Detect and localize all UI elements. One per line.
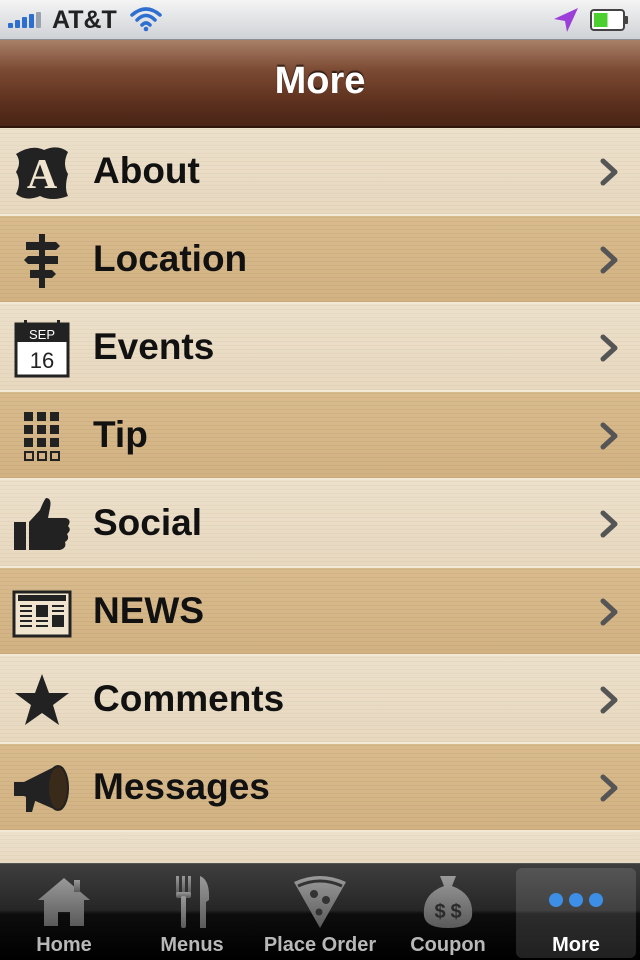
- menu-item-messages[interactable]: Messages: [0, 744, 640, 832]
- calendar-day: 16: [30, 348, 54, 373]
- signpost-icon: [24, 234, 60, 288]
- menu-item-comments[interactable]: Comments: [0, 656, 640, 744]
- chevron-right-icon: [600, 246, 618, 274]
- home-icon: [38, 878, 90, 926]
- tab-home[interactable]: Home: [0, 864, 128, 960]
- menu-item-tip[interactable]: Tip: [0, 392, 640, 480]
- money-bag-icon: $ $: [423, 876, 473, 928]
- app-screen: AT&T More A About Location SEP 16 Events…: [0, 0, 640, 960]
- fork-knife-icon: [176, 876, 210, 928]
- tab-place-order[interactable]: Place Order: [256, 864, 384, 960]
- menu-item-news[interactable]: NEWS: [0, 568, 640, 656]
- tab-more[interactable]: More: [512, 864, 640, 960]
- about-letter-icon: A: [16, 147, 68, 199]
- more-dots-icon: [549, 893, 603, 907]
- tab-menus[interactable]: Menus: [128, 864, 256, 960]
- carrier-name: AT&T: [52, 6, 117, 34]
- svg-text:A: A: [27, 152, 58, 198]
- menu-item-label: Social: [93, 502, 202, 543]
- chevron-right-icon: [600, 334, 618, 362]
- pizza-icon: [294, 876, 346, 928]
- tab-label: Home: [36, 934, 92, 956]
- tab-label: Place Order: [263, 934, 377, 956]
- tab-label: Coupon: [410, 934, 486, 956]
- chevron-right-icon: [600, 774, 618, 802]
- menu-item-events[interactable]: SEP 16 Events: [0, 304, 640, 392]
- more-menu-list: A About Location SEP 16 Events Tip Socia…: [0, 128, 640, 863]
- signal-bars-icon: [8, 12, 48, 28]
- wifi-icon: [130, 7, 162, 32]
- menu-item-label: NEWS: [93, 590, 204, 631]
- tab-coupon[interactable]: $ $ Coupon: [384, 864, 512, 960]
- menu-item-label: Tip: [93, 414, 148, 455]
- tab-label: More: [552, 934, 600, 956]
- svg-text:$: $: [450, 901, 461, 923]
- menu-item-social[interactable]: Social: [0, 480, 640, 568]
- calendar-month: SEP: [29, 327, 55, 342]
- chevron-right-icon: [600, 422, 618, 450]
- menu-item-label: Location: [93, 238, 248, 279]
- calendar-icon: SEP 16: [14, 320, 70, 378]
- menu-item-label: Comments: [93, 678, 285, 719]
- menu-item-partial: [0, 832, 640, 863]
- menu-item-label: About: [93, 150, 200, 191]
- chevron-right-icon: [600, 158, 618, 186]
- location-arrow-icon: [554, 8, 578, 32]
- tab-bar: Home Menus Place Order $ $ Coupon More: [0, 863, 640, 960]
- star-icon: [15, 674, 69, 725]
- menu-item-about[interactable]: A About: [0, 128, 640, 216]
- battery-icon: [590, 9, 628, 31]
- menu-item-location[interactable]: Location: [0, 216, 640, 304]
- chevron-right-icon: [600, 686, 618, 714]
- newspaper-icon: [12, 590, 72, 638]
- chevron-right-icon: [600, 598, 618, 626]
- svg-text:$: $: [434, 901, 445, 923]
- menu-item-label: Messages: [93, 766, 270, 807]
- page-title: More: [274, 60, 366, 102]
- menu-item-label: Events: [93, 326, 215, 367]
- megaphone-icon: [14, 765, 69, 812]
- thumbs-up-icon: [14, 498, 70, 550]
- tab-label: Menus: [160, 934, 224, 956]
- status-bar: AT&T: [0, 0, 640, 40]
- navigation-bar: More: [0, 40, 640, 128]
- keypad-icon: [24, 412, 60, 461]
- chevron-right-icon: [600, 510, 618, 538]
